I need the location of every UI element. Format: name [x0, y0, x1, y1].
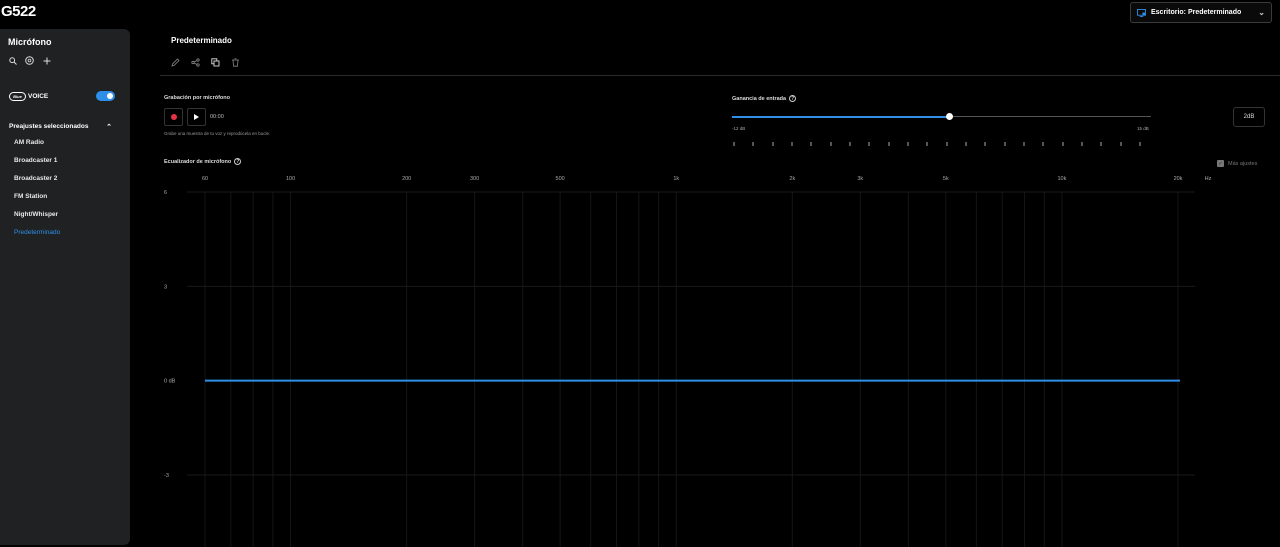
- eq-db-label: -3: [164, 473, 169, 479]
- eq-freq-label: 200: [402, 176, 411, 182]
- header-divider: [160, 75, 1280, 76]
- share-icon[interactable]: [191, 58, 200, 67]
- gain-tick: [752, 142, 755, 146]
- voice-label: VOICE: [28, 92, 49, 100]
- gain-tick: [1042, 142, 1045, 146]
- monitor-icon: [1137, 8, 1146, 17]
- eq-graph[interactable]: 6 3 0 dB -3 60 100 200 300 500 1k 2k 3k 5k 10k 20k Hz: [0, 170, 1280, 547]
- eq-freq-label: 3k: [857, 176, 863, 182]
- play-icon: [194, 114, 199, 120]
- presets-header[interactable]: Preajustes seleccionados ⌃: [9, 123, 112, 131]
- gain-tick: [1061, 142, 1064, 146]
- eq-freq-label: 20k: [1174, 176, 1183, 182]
- gain-max-label: 15 dB: [1137, 126, 1149, 131]
- preset-toolbar: [171, 58, 240, 67]
- gain-slider-thumb[interactable]: [945, 113, 953, 120]
- gain-tick: [1081, 142, 1083, 146]
- eq-freq-unit: Hz: [1205, 176, 1212, 182]
- gain-ticks: [733, 142, 1141, 146]
- eq-db-label: 6: [164, 190, 167, 196]
- eq-freq-label: 300: [470, 176, 479, 182]
- help-icon[interactable]: ?: [789, 95, 797, 102]
- edit-icon[interactable]: [171, 58, 180, 67]
- gain-label: Ganancia de entrada ?: [732, 95, 797, 102]
- sidebar-toolbar: [8, 56, 51, 65]
- gain-tick: [907, 142, 909, 146]
- gain-tick: [1139, 142, 1141, 146]
- eq-freq-label: 2k: [789, 176, 795, 182]
- gain-value-field[interactable]: 2dB: [1233, 107, 1265, 127]
- gain-tick: [887, 142, 890, 146]
- search-icon[interactable]: [8, 56, 17, 65]
- recording-time: 00:00: [210, 114, 224, 120]
- checkmark-icon: ✓: [1217, 160, 1224, 167]
- chevron-up-icon: ⌃: [106, 124, 112, 131]
- preset-item[interactable]: AM Radio: [14, 139, 60, 157]
- eq-db-label: 3: [164, 284, 167, 290]
- eq-freq-label: 1k: [673, 176, 679, 182]
- gain-slider-fill: [732, 115, 950, 118]
- page-title: Predeterminado: [171, 36, 232, 45]
- gain-tick: [1003, 142, 1006, 146]
- gain-tick: [1119, 142, 1122, 146]
- record-button[interactable]: [164, 108, 183, 126]
- profile-label: Escritorio: Predeterminado: [1151, 9, 1242, 16]
- recording-label: Grabación por micrófono: [164, 95, 231, 101]
- more-adjustments-label: Más ajustes: [1228, 160, 1258, 167]
- gain-tick: [733, 142, 735, 146]
- eq-freq-label: 10k: [1057, 176, 1066, 182]
- more-adjustments-checkbox[interactable]: ✓ Más ajustes: [1217, 160, 1257, 167]
- blue-logo: Blue: [9, 91, 26, 101]
- gain-tick: [926, 142, 929, 146]
- duplicate-icon[interactable]: [211, 58, 220, 67]
- gain-tick: [1023, 142, 1025, 146]
- eq-db-label: 0 dB: [164, 379, 176, 385]
- device-title: G522: [1, 3, 36, 20]
- voice-toggle[interactable]: [96, 91, 115, 101]
- gain-slider[interactable]: [732, 113, 1151, 120]
- gain-tick: [965, 142, 967, 146]
- eq-freq-label: 60: [202, 176, 208, 182]
- gain-tick: [810, 142, 813, 146]
- play-button[interactable]: [187, 108, 206, 126]
- chevron-down-icon: ⌄: [1258, 8, 1265, 17]
- community-icon[interactable]: [25, 56, 34, 65]
- sidebar-title: Micrófono: [8, 37, 52, 47]
- gain-tick: [771, 142, 774, 146]
- gain-tick: [849, 142, 851, 146]
- eq-freq-label: 100: [286, 176, 295, 182]
- help-icon[interactable]: ?: [234, 158, 242, 165]
- gain-tick: [791, 142, 793, 146]
- eq-label: Ecualizador de micrófono ?: [164, 158, 242, 165]
- eq-freq-label: 500: [556, 176, 565, 182]
- eq-label-text: Ecualizador de micrófono: [164, 158, 232, 165]
- presets-header-label: Preajustes seleccionados: [9, 123, 89, 130]
- gain-tick: [829, 142, 832, 146]
- add-icon[interactable]: [42, 56, 51, 65]
- gain-tick: [868, 142, 871, 146]
- gain-min-label: -12 dB: [732, 126, 746, 131]
- record-icon: [170, 114, 177, 120]
- gain-tick: [945, 142, 948, 146]
- delete-icon[interactable]: [231, 58, 240, 67]
- blue-voice-row: Blue VOICE: [9, 91, 115, 101]
- gain-tick: [1100, 142, 1103, 146]
- profile-selector[interactable]: Escritorio: Predeterminado ⌄: [1130, 2, 1272, 23]
- gain-tick: [984, 142, 987, 146]
- gain-label-text: Ganancia de entrada: [732, 95, 787, 102]
- recording-hint: Grabe una muestra de tu voz y reprodúcel…: [164, 131, 271, 136]
- eq-freq-label: 5k: [943, 176, 949, 182]
